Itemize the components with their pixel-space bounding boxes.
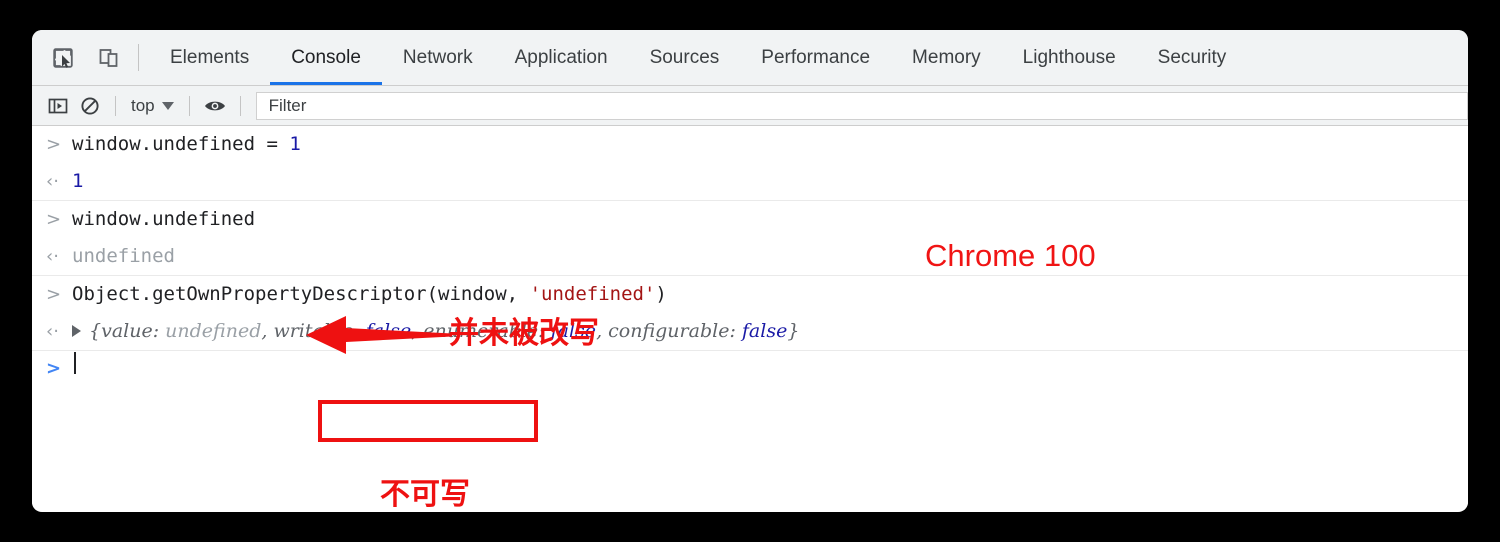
console-sidebar-icon[interactable]	[42, 91, 74, 121]
expand-triangle-icon[interactable]	[72, 325, 81, 337]
result-chevron-icon: ‹·	[46, 246, 59, 267]
tab-sources[interactable]: Sources	[629, 30, 741, 85]
input-chevron-icon: >	[46, 209, 62, 230]
console-result-row: ‹· 1	[32, 163, 1468, 200]
toolbar-divider-2	[188, 95, 190, 116]
toolbar-divider-3	[239, 95, 241, 116]
annotation-not-rewritten: 并未被改写	[449, 317, 599, 350]
devtools-tool-icons	[32, 30, 126, 85]
console-result-row: ‹· {value: undefined, writable: false, e…	[32, 313, 1468, 350]
tab-elements-label: Elements	[170, 46, 250, 68]
obj-val-configurable: false	[741, 320, 788, 342]
tab-network-label: Network	[402, 46, 473, 68]
console-entry-2: > window.undefined ‹· undefined	[32, 201, 1468, 276]
inspect-element-icon[interactable]	[46, 41, 80, 75]
input-chevron-icon: >	[46, 134, 62, 155]
console-input-row[interactable]: > window.undefined = 1	[32, 126, 1468, 163]
tabbar-divider	[138, 44, 139, 71]
tab-performance-label: Performance	[761, 46, 871, 68]
console-input-code: window.undefined	[72, 208, 256, 230]
toolbar-divider-1	[115, 95, 116, 116]
console-prompt-row[interactable]: >	[32, 351, 1468, 387]
obj-key-configurable: configurable:	[608, 320, 742, 342]
input-chevron-icon: >	[46, 284, 62, 305]
console-input-string: 'undefined'	[529, 283, 656, 305]
filter-input[interactable]: Filter	[255, 91, 1468, 120]
console-input-row[interactable]: > Object.getOwnPropertyDescriptor(window…	[32, 276, 1468, 313]
tab-elements[interactable]: Elements	[149, 30, 270, 85]
devtools-window: Elements Console Network Application Sou…	[32, 30, 1468, 512]
obj-val-value: undefined	[165, 320, 262, 342]
tab-memory[interactable]: Memory	[891, 30, 1002, 85]
annotation-not-writable: 不可写	[380, 478, 470, 511]
tab-memory-label: Memory	[912, 46, 981, 68]
tab-lighthouse-label: Lighthouse	[1022, 46, 1116, 68]
annotation-arrow-icon	[306, 316, 452, 354]
tab-console-label: Console	[291, 46, 361, 68]
console-input-code-tail: )	[655, 283, 667, 305]
annotation-highlight-box	[318, 400, 538, 442]
console-entry-3: > Object.getOwnPropertyDescriptor(window…	[32, 276, 1468, 351]
obj-sep-1: ,	[261, 320, 274, 342]
console-result-value: 1	[72, 170, 84, 192]
tab-security[interactable]: Security	[1137, 30, 1248, 85]
obj-close-brace: }	[787, 320, 800, 342]
prompt-chevron-icon: >	[46, 358, 62, 379]
devtools-tabs: Elements Console Network Application Sou…	[149, 30, 1247, 85]
console-input-number: 1	[289, 133, 301, 155]
execution-context-selector[interactable]: top	[125, 96, 180, 116]
device-toolbar-icon[interactable]	[92, 41, 126, 75]
obj-key-value: value:	[101, 320, 166, 342]
tab-application[interactable]: Application	[494, 30, 629, 85]
tab-console[interactable]: Console	[270, 30, 382, 85]
console-input-code: Object.getOwnPropertyDescriptor(window,	[72, 283, 530, 305]
tab-security-label: Security	[1157, 46, 1227, 68]
console-entry-1: > window.undefined = 1 ‹· 1	[32, 126, 1468, 201]
tab-lighthouse[interactable]: Lighthouse	[1002, 30, 1137, 85]
console-input-code: window.undefined =	[72, 133, 290, 155]
result-chevron-icon: ‹·	[46, 321, 59, 342]
clear-console-icon[interactable]	[74, 91, 106, 121]
execution-context-label: top	[131, 95, 155, 115]
text-cursor	[74, 352, 76, 374]
console-input-row[interactable]: > window.undefined	[32, 201, 1468, 238]
annotation-chrome-version: Chrome 100	[925, 238, 1096, 273]
console-toolbar: top Filter	[32, 86, 1468, 126]
filter-placeholder: Filter	[268, 95, 307, 115]
tab-application-label: Application	[514, 46, 608, 68]
result-chevron-icon: ‹·	[46, 171, 59, 192]
live-expression-eye-icon[interactable]	[199, 91, 231, 121]
console-result-value: undefined	[72, 245, 175, 267]
devtools-tabbar: Elements Console Network Application Sou…	[32, 30, 1468, 86]
tab-network[interactable]: Network	[382, 30, 494, 85]
tab-performance[interactable]: Performance	[740, 30, 891, 85]
console-output: > window.undefined = 1 ‹· 1 > window.und…	[32, 126, 1468, 511]
chevron-down-icon	[161, 101, 174, 110]
console-result-row: ‹· undefined	[32, 238, 1468, 275]
obj-open-brace: {	[89, 320, 102, 342]
tab-sources-label: Sources	[649, 46, 720, 68]
